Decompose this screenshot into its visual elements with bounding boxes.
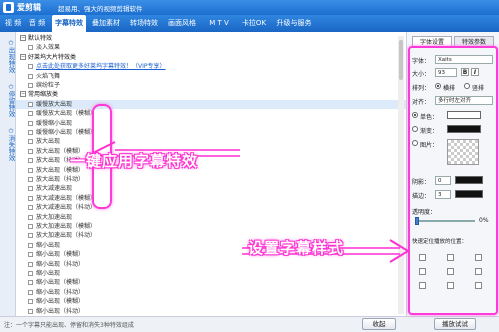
app-logo-icon (3, 2, 14, 13)
title-bar: 爱剪辑 超易用、强大的视频剪辑软件 (0, 0, 499, 15)
star-icon: ✩ (8, 39, 14, 47)
effect-item[interactable]: 缩小出现（模糊） (16, 297, 406, 306)
effect-checkbox[interactable] (28, 261, 33, 267)
effect-label: 放大加速出现（抖动） (36, 232, 97, 240)
effect-group[interactable]: − 默认特效 (16, 34, 406, 43)
effect-item[interactable]: 放大减速出现（抖动） (16, 203, 406, 212)
effect-group[interactable]: − 常用缩放类 (16, 90, 406, 99)
menu-overlay[interactable]: 叠加素材 (89, 15, 123, 32)
effect-checkbox[interactable] (28, 195, 33, 201)
star-icon: ✩ (8, 127, 14, 135)
menu-transitions[interactable]: 转场特效 (127, 15, 161, 32)
callout-one-click: 一键应用字幕特效 (70, 152, 199, 170)
effect-checkbox[interactable] (28, 111, 33, 117)
group-label: 常用缩放类 (28, 91, 59, 99)
tab-stay[interactable]: ✩停留特效 (1, 80, 15, 120)
effect-label: 缩小出现（模糊） (36, 279, 85, 287)
effect-item[interactable]: 放大加速出现（模糊） (16, 222, 406, 231)
effect-checkbox[interactable] (28, 64, 33, 70)
effect-label: 缓慢放大出现 (36, 100, 73, 108)
effect-label: 缤纷粒子 (36, 82, 61, 89)
settings-highlight-box (408, 46, 498, 315)
effect-item[interactable]: 点击此处获取更多好莱坞字幕特效！（VIP专享） (16, 62, 406, 71)
collapse-toggle-icon[interactable]: − (20, 35, 26, 41)
effect-checkbox[interactable] (28, 224, 33, 229)
effect-checkbox[interactable] (28, 120, 33, 126)
effect-checkbox[interactable] (28, 242, 33, 248)
effect-label: 缩小出现（抖动） (36, 260, 85, 268)
effect-checkbox[interactable] (28, 130, 33, 135)
effect-label: 缩小出现（模糊） (36, 251, 85, 259)
menu-audio[interactable]: 音 频 (27, 15, 47, 32)
menu-styles[interactable]: 画面风格 (165, 15, 199, 32)
scrollbar-thumb[interactable] (399, 40, 403, 80)
effect-checkbox[interactable] (28, 186, 33, 192)
effect-label: 缩小出现（抖动） (36, 288, 85, 296)
effect-checkbox[interactable] (28, 233, 33, 239)
effect-checkbox[interactable] (28, 271, 33, 276)
effect-label: 放大减速出现（模糊） (36, 194, 97, 202)
menu-subtitle-effects[interactable]: 字幕特效 (52, 15, 86, 32)
effect-item[interactable]: 缩小出现（模糊） (16, 278, 406, 287)
effect-checkbox[interactable] (28, 167, 33, 173)
effect-checkbox[interactable] (28, 252, 33, 258)
effect-checkbox[interactable] (28, 158, 33, 164)
collapse-button[interactable]: 收起 (362, 318, 396, 330)
app-slogan: 超易用、强大的视频剪辑软件 (58, 5, 143, 13)
effect-checkbox[interactable] (28, 205, 33, 211)
effect-item[interactable]: 缤纷粒子 (16, 81, 406, 90)
effect-label: 缩小出现 (36, 241, 61, 249)
effect-checkbox[interactable] (28, 148, 33, 154)
effect-item[interactable]: 放大加速出现 (16, 213, 406, 222)
effect-label: 放大加速出现 (36, 213, 73, 221)
effect-label: 缩小出现（模糊） (36, 298, 85, 306)
effect-checkbox[interactable] (28, 299, 33, 305)
effect-item[interactable]: 缩小出现（抖动） (16, 288, 406, 297)
app-name: 爱剪辑 (17, 3, 41, 12)
effect-checkbox[interactable] (28, 139, 33, 145)
effect-label: 火焰飞舞 (36, 72, 61, 80)
vip-link[interactable]: 点击此处获取更多好莱坞字幕特效！（VIP专享） (36, 62, 166, 71)
effect-label: 放大加速出现（模糊） (36, 223, 97, 230)
effect-checkbox[interactable] (28, 289, 33, 295)
effect-group[interactable]: − 好莱坞大片特效类 (16, 53, 406, 62)
collapse-toggle-icon[interactable]: − (20, 91, 26, 98)
effect-checkbox[interactable] (28, 308, 33, 314)
preview-button[interactable]: 播放试试 (434, 318, 476, 330)
tab-disappear[interactable]: ✩消失特效 (1, 124, 15, 164)
menu-video[interactable]: 视 频 (3, 15, 23, 32)
effect-checkbox[interactable] (28, 101, 33, 107)
star-icon: ✩ (8, 83, 14, 91)
menu-upgrade[interactable]: 升级与服务 (273, 15, 315, 32)
main-menu: 视 频 音 频 字幕特效 叠加素材 转场特效 画面风格 M T V 卡拉OK 升… (0, 15, 499, 32)
list-scrollbar[interactable] (398, 36, 404, 314)
effect-label: 缩小出现（抖动） (36, 307, 85, 315)
effect-item[interactable]: 放大减速出现（模糊） (16, 194, 406, 203)
menu-mtv[interactable]: M T V (204, 15, 234, 32)
effect-checkbox[interactable] (28, 177, 33, 182)
effect-type-tabs: ✩出现特效 ✩停留特效 ✩消失特效 (0, 32, 16, 316)
arrow-head (389, 239, 410, 263)
effect-item[interactable]: 缩小出现（抖动） (16, 307, 406, 316)
effect-item[interactable]: 缩小出现 (16, 269, 406, 278)
effect-label: 缩小出现 (36, 270, 61, 277)
effect-item[interactable]: 淡入效果 (16, 43, 406, 52)
effect-label: 放大减速出现（抖动） (36, 204, 97, 212)
callout-set-style: 设置字幕样式 (248, 239, 345, 257)
menu-karaoke[interactable]: 卡拉OK (238, 15, 270, 32)
effect-checkbox[interactable] (28, 83, 33, 88)
effect-label: 淡入效果 (36, 44, 61, 52)
effect-checkbox[interactable] (28, 214, 33, 220)
collapse-toggle-icon[interactable]: − (20, 53, 26, 60)
bottom-bar: 注：一个字幕只能出现、停留和消失3种特效组成 收起 播放试试 (0, 316, 499, 332)
effect-checkbox[interactable] (28, 280, 33, 286)
effect-checkbox[interactable] (28, 73, 33, 79)
effect-checkbox[interactable] (28, 45, 33, 51)
effect-item[interactable]: 缓慢放大出现 (16, 99, 406, 109)
effect-item[interactable]: 火焰飞舞 (16, 72, 406, 81)
hint-text: 注：一个字幕只能出现、停留和消失3种特效组成 (4, 322, 134, 329)
tab-appear[interactable]: ✩出现特效 (1, 36, 15, 76)
group-label: 好莱坞大片特效类 (28, 53, 77, 61)
group-label: 默认特效 (28, 35, 53, 42)
